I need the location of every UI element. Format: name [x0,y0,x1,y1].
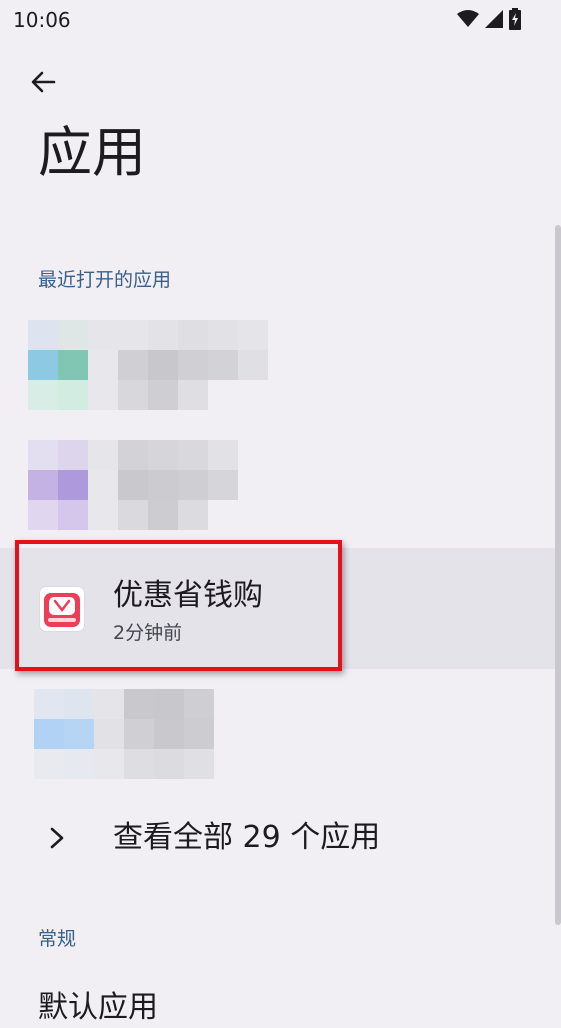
general-section-header: 常规 [38,928,77,950]
status-time: 10:06 [13,8,71,32]
see-all-apps-label: 查看全部 29 个应用 [113,820,381,855]
default-apps-item[interactable]: 默认应用 [38,988,158,1028]
highlight-annotation-box [15,540,342,671]
battery-charging-icon [509,8,521,30]
back-arrow-icon[interactable] [28,66,60,98]
status-icons [457,8,521,30]
cell-signal-icon [485,10,503,28]
chevron-right-icon [50,827,64,849]
scrollbar[interactable] [555,225,561,925]
page-title: 应用 [38,121,146,184]
status-bar: 10:06 [0,0,561,38]
wifi-icon [457,10,479,27]
recent-apps-header: 最近打开的应用 [38,269,172,291]
